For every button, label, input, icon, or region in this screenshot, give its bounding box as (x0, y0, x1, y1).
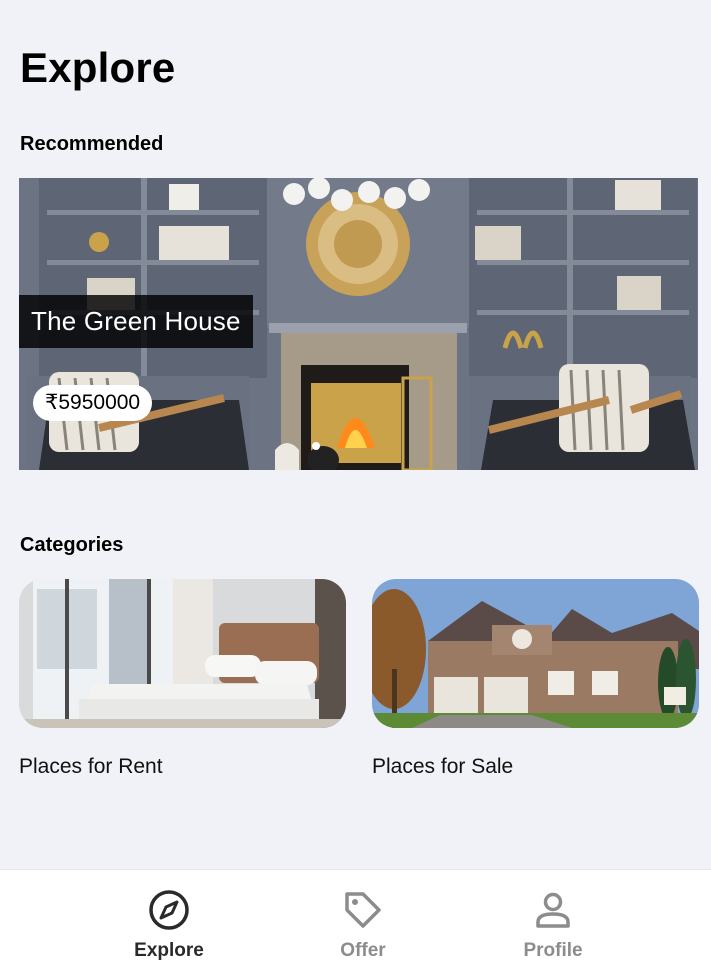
nav-label-profile: Profile (523, 940, 583, 961)
recommended-card[interactable]: The Green House ₹5950000 (19, 178, 698, 470)
nav-item-explore[interactable]: Explore (99, 888, 239, 962)
sale-category-image (372, 579, 699, 728)
bottom-navigation: Explore Offer Profile (0, 869, 711, 977)
compass-icon (149, 890, 189, 930)
recommended-section-title: Recommended (20, 133, 164, 155)
nav-item-profile[interactable]: Profile (483, 888, 623, 962)
category-label: Places for Sale (372, 755, 514, 778)
recommended-card-title: The Green House (19, 295, 253, 348)
house-image (372, 579, 699, 728)
nav-label-explore: Explore (134, 940, 204, 961)
category-label: Places for Rent (19, 755, 163, 778)
categories-section-title: Categories (20, 534, 124, 556)
bedroom-image (19, 579, 346, 728)
page-title: Explore (20, 44, 176, 91)
category-places-for-sale[interactable]: Places for Sale (372, 579, 699, 779)
carousel-dots (312, 442, 320, 450)
nav-label-offer: Offer (340, 940, 386, 961)
nav-item-offer[interactable]: Offer (293, 888, 433, 962)
category-places-for-rent[interactable]: Places for Rent (19, 579, 346, 779)
tag-icon (345, 892, 381, 928)
price-badge: ₹5950000 (33, 385, 153, 421)
person-icon (536, 892, 570, 928)
carousel-dot-active[interactable] (312, 442, 320, 450)
rent-category-image (19, 579, 346, 728)
